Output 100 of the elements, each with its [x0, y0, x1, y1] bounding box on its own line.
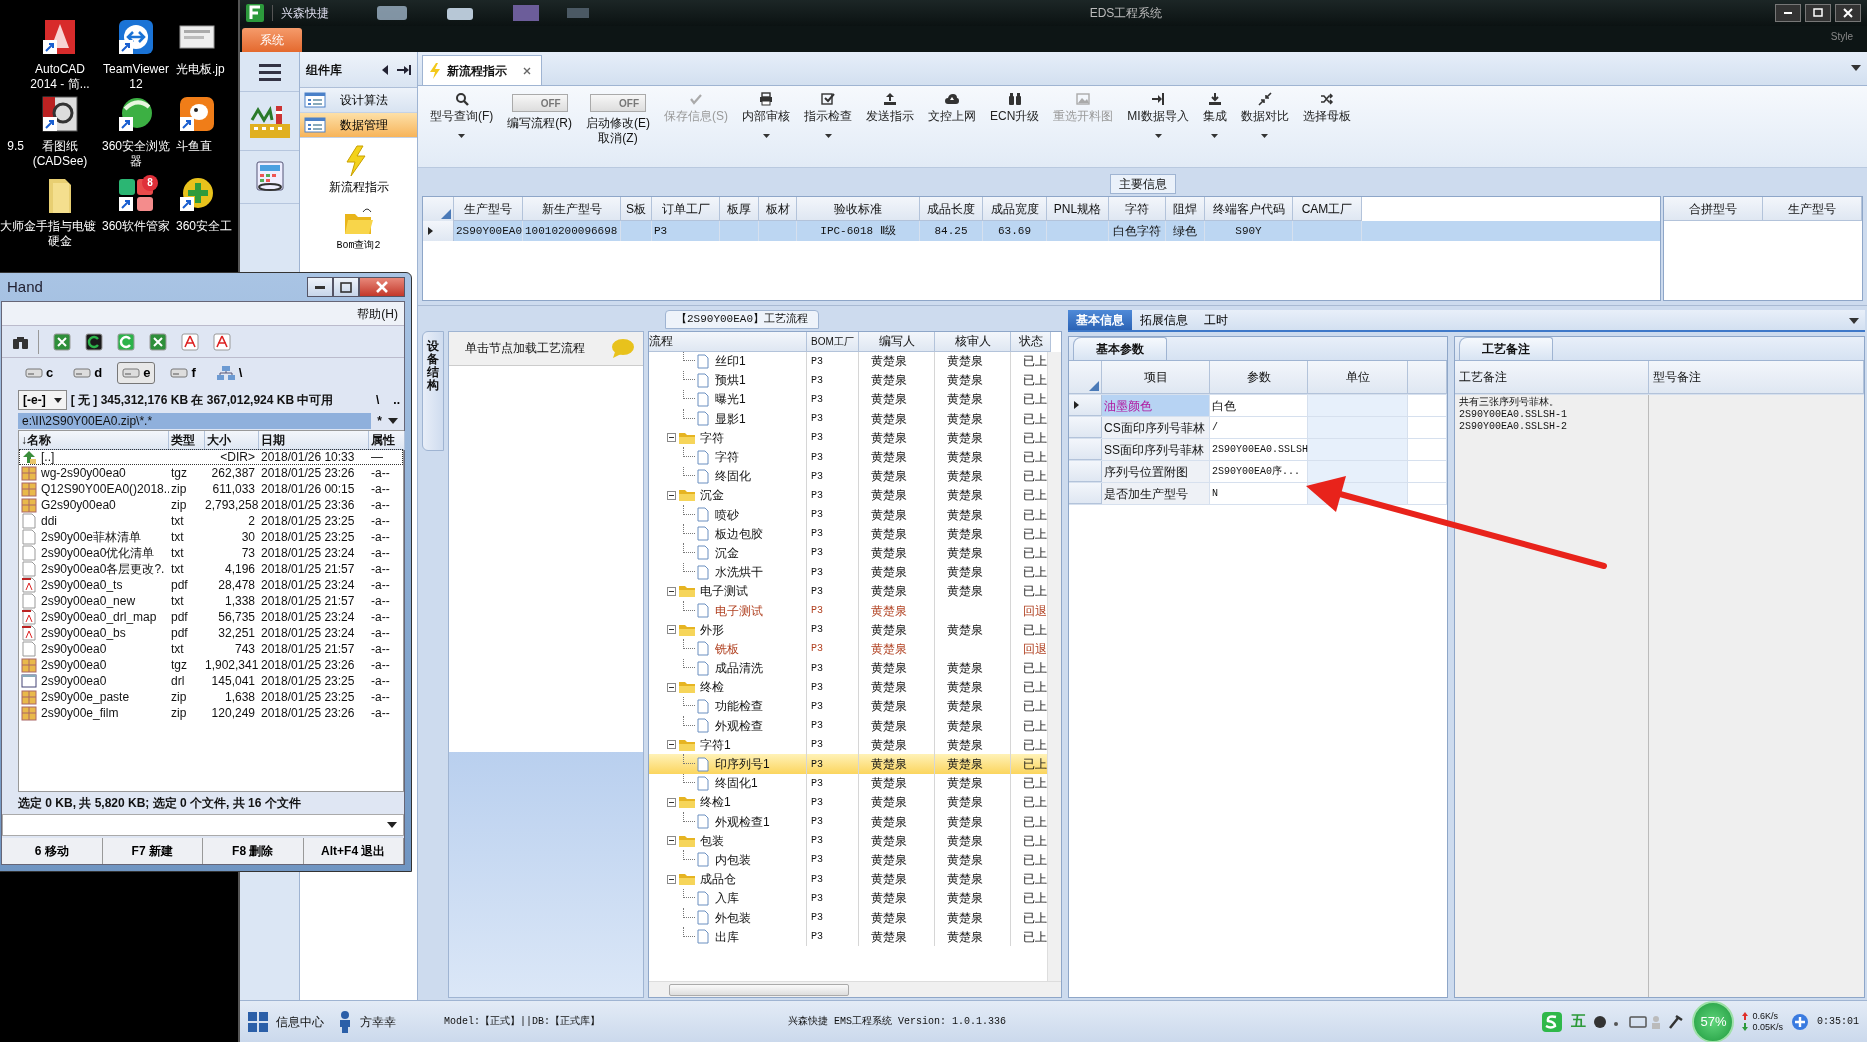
- column-header[interactable]: 合拼型号: [1664, 197, 1763, 221]
- function-key-button[interactable]: F8 删除: [203, 838, 304, 864]
- desktop-icon-label[interactable]: 9.5: [7, 139, 24, 154]
- tree-node-label[interactable]: 字符: [715, 448, 739, 467]
- style-label[interactable]: Style: [1830, 29, 1853, 44]
- param-row[interactable]: CS面印序列号菲林 /: [1069, 417, 1447, 439]
- tree-node-label[interactable]: 沉金: [715, 543, 739, 562]
- drive-button[interactable]: d: [68, 362, 108, 384]
- tab[interactable]: 工时: [1196, 310, 1236, 330]
- column-header[interactable]: 日期: [259, 430, 369, 450]
- file-row[interactable]: 2s90y00ea0 tgz 1,902,341 2018/01/25 23:26 -a--: [19, 657, 403, 673]
- spreadsheet-icon[interactable]: [149, 332, 167, 351]
- tree-node-label[interactable]: 喷砂: [715, 505, 739, 524]
- collapse-toggle[interactable]: [667, 740, 676, 750]
- maximize-button[interactable]: [1805, 4, 1831, 22]
- column-header[interactable]: 板厚: [720, 197, 759, 221]
- tree-node-label[interactable]: 内包装: [715, 850, 751, 869]
- file-row[interactable]: 2s90y00e_paste zip 1,638 2018/01/25 23:25 -a--: [19, 689, 403, 705]
- collapse-toggle[interactable]: [667, 836, 676, 846]
- tree-node-label[interactable]: 预烘1: [715, 371, 746, 390]
- tree-node-label[interactable]: 丝印1: [715, 352, 746, 371]
- shortcut-icon[interactable]: [39, 95, 81, 135]
- collapse-icon[interactable]: [381, 64, 389, 75]
- close-icon[interactable]: [523, 66, 531, 75]
- function-key-button[interactable]: Alt+F4 退出: [303, 838, 404, 864]
- menu-item[interactable]: 帮助(H): [357, 304, 398, 323]
- panel-tab[interactable]: 工艺备注: [1459, 337, 1553, 360]
- desktop-icon-label[interactable]: 360软件管家: [102, 219, 170, 234]
- tree-node-label[interactable]: 曝光1: [715, 390, 746, 409]
- tree-node-label[interactable]: 终检1: [700, 793, 731, 812]
- maximize-button[interactable]: [333, 277, 359, 297]
- drive-button[interactable]: f: [165, 362, 201, 384]
- toggle-switch[interactable]: OFF: [511, 94, 568, 112]
- info-center-label[interactable]: 信息中心: [276, 1012, 324, 1031]
- param-row[interactable]: SS面印序列号菲林 2S90Y00EA0.SSLSH: [1069, 439, 1447, 461]
- refresh-icon[interactable]: [85, 332, 103, 351]
- desktop-icon-label[interactable]: 大师: [0, 219, 24, 234]
- column-header[interactable]: 生产型号: [1763, 197, 1862, 221]
- tree-node-label[interactable]: 电子测试: [715, 601, 763, 620]
- tree-node-label[interactable]: 入库: [715, 889, 739, 908]
- collapse-toggle[interactable]: [667, 433, 676, 443]
- toolbar-button[interactable]: 指示检查: [798, 90, 858, 141]
- column-header[interactable]: 订单工厂: [652, 197, 720, 221]
- file-row[interactable]: Q12S90Y00EA0()2018..zip 611,033 2018/01/26 00:15 -a--: [19, 481, 403, 497]
- column-header[interactable]: 核审人: [935, 331, 1011, 352]
- close-button[interactable]: [359, 277, 405, 297]
- toggle-switch[interactable]: OFF: [590, 94, 646, 112]
- dropdown-icon[interactable]: [388, 418, 398, 424]
- tree-node-label[interactable]: 外包装: [715, 908, 751, 927]
- column-header[interactable]: PNL规格: [1047, 197, 1109, 221]
- tree-node-label[interactable]: 终固化1: [715, 774, 758, 793]
- dropdown-icon[interactable]: [1849, 318, 1859, 324]
- file-row[interactable]: 2s90y00ea0_drl_map pdf 56,735 2018/01/25 23:24 -a--: [19, 609, 403, 625]
- desktop-icon-label[interactable]: 斗鱼直: [176, 139, 212, 154]
- desktop-icon-label[interactable]: AutoCAD 2014 - 简...: [22, 62, 98, 92]
- column-header[interactable]: 单位: [1308, 361, 1408, 394]
- toolbar-button[interactable]: 发送指示: [860, 90, 920, 126]
- column-header[interactable]: 参数: [1210, 361, 1308, 394]
- desktop-icon-label[interactable]: 光电板.jp: [176, 62, 225, 77]
- column-header[interactable]: 验收标准: [797, 197, 920, 221]
- tree-node-label[interactable]: 功能检查: [715, 697, 763, 716]
- tree-node-label[interactable]: 电子测试: [700, 582, 748, 601]
- tree-node-label[interactable]: 外观检查: [715, 716, 763, 735]
- toolbar-button[interactable]: 内部审核: [736, 90, 796, 141]
- column-header[interactable]: 生产型号: [454, 197, 523, 221]
- param-row[interactable]: 油墨颜色 白色: [1069, 395, 1447, 417]
- file-row[interactable]: [..] <DIR> 2018/01/26 10:33 —: [19, 449, 403, 465]
- tree-node-label[interactable]: 字符1: [700, 735, 731, 754]
- toolbar-button[interactable]: 数据对比: [1234, 90, 1295, 141]
- scrollbar[interactable]: [1047, 351, 1061, 981]
- toolbar-button[interactable]: 型号查询(F): [424, 90, 500, 141]
- pdf-icon[interactable]: [213, 332, 231, 351]
- toolbar-button[interactable]: 选择母板: [1296, 90, 1357, 126]
- column-header[interactable]: CAM工厂: [1293, 197, 1362, 221]
- column-header[interactable]: BOM工厂: [807, 331, 859, 352]
- column-header[interactable]: 板材: [759, 197, 797, 221]
- drive-button[interactable]: c: [20, 362, 59, 384]
- function-key-button[interactable]: 6 移动: [2, 838, 103, 864]
- security-icon[interactable]: [1541, 1010, 1564, 1033]
- tree-row[interactable]: 印序列号1 P3 黄楚泉 黄楚泉 已上: [649, 754, 1047, 774]
- tree-node-label[interactable]: 终检: [700, 678, 724, 697]
- dropdown-icon[interactable]: [1851, 65, 1861, 71]
- tree-node-label[interactable]: 印序列号1: [715, 755, 770, 774]
- grid-row[interactable]: 2S90Y00EA0 10010200096698 P3 IPC-6018 Ⅱ级 84.25 63.69 白色字符 绿色 S90Y: [423, 221, 1660, 241]
- minimize-button[interactable]: [307, 277, 333, 297]
- function-key-button[interactable]: F7 新建: [102, 838, 203, 864]
- collapse-toggle[interactable]: [667, 874, 676, 884]
- column-header[interactable]: 成品宽度: [983, 197, 1047, 221]
- column-header[interactable]: 新生产型号: [523, 197, 621, 221]
- file-row[interactable]: 2s90y00ea0 drl 145,041 2018/01/25 23:25 -a--: [19, 673, 403, 689]
- toolbar-button[interactable]: MI数据导入: [1121, 90, 1195, 141]
- tray-icons-drawing[interactable]: [1594, 1013, 1685, 1030]
- sidebar-item[interactable]: 数据管理: [300, 113, 417, 138]
- column-header[interactable]: 属性: [369, 430, 405, 450]
- add-icon[interactable]: [1791, 1012, 1809, 1031]
- tree-node-label[interactable]: 字符: [700, 428, 724, 447]
- drive-button[interactable]: \: [210, 362, 248, 384]
- file-row[interactable]: G2s90y00ea0 zip 2,793,258 2018/01/25 23:36 -a--: [19, 497, 403, 513]
- tree-node-label[interactable]: 外观检查1: [715, 812, 770, 831]
- file-row[interactable]: 2s90y00e_film zip 120,249 2018/01/25 23:26 -a--: [19, 705, 403, 721]
